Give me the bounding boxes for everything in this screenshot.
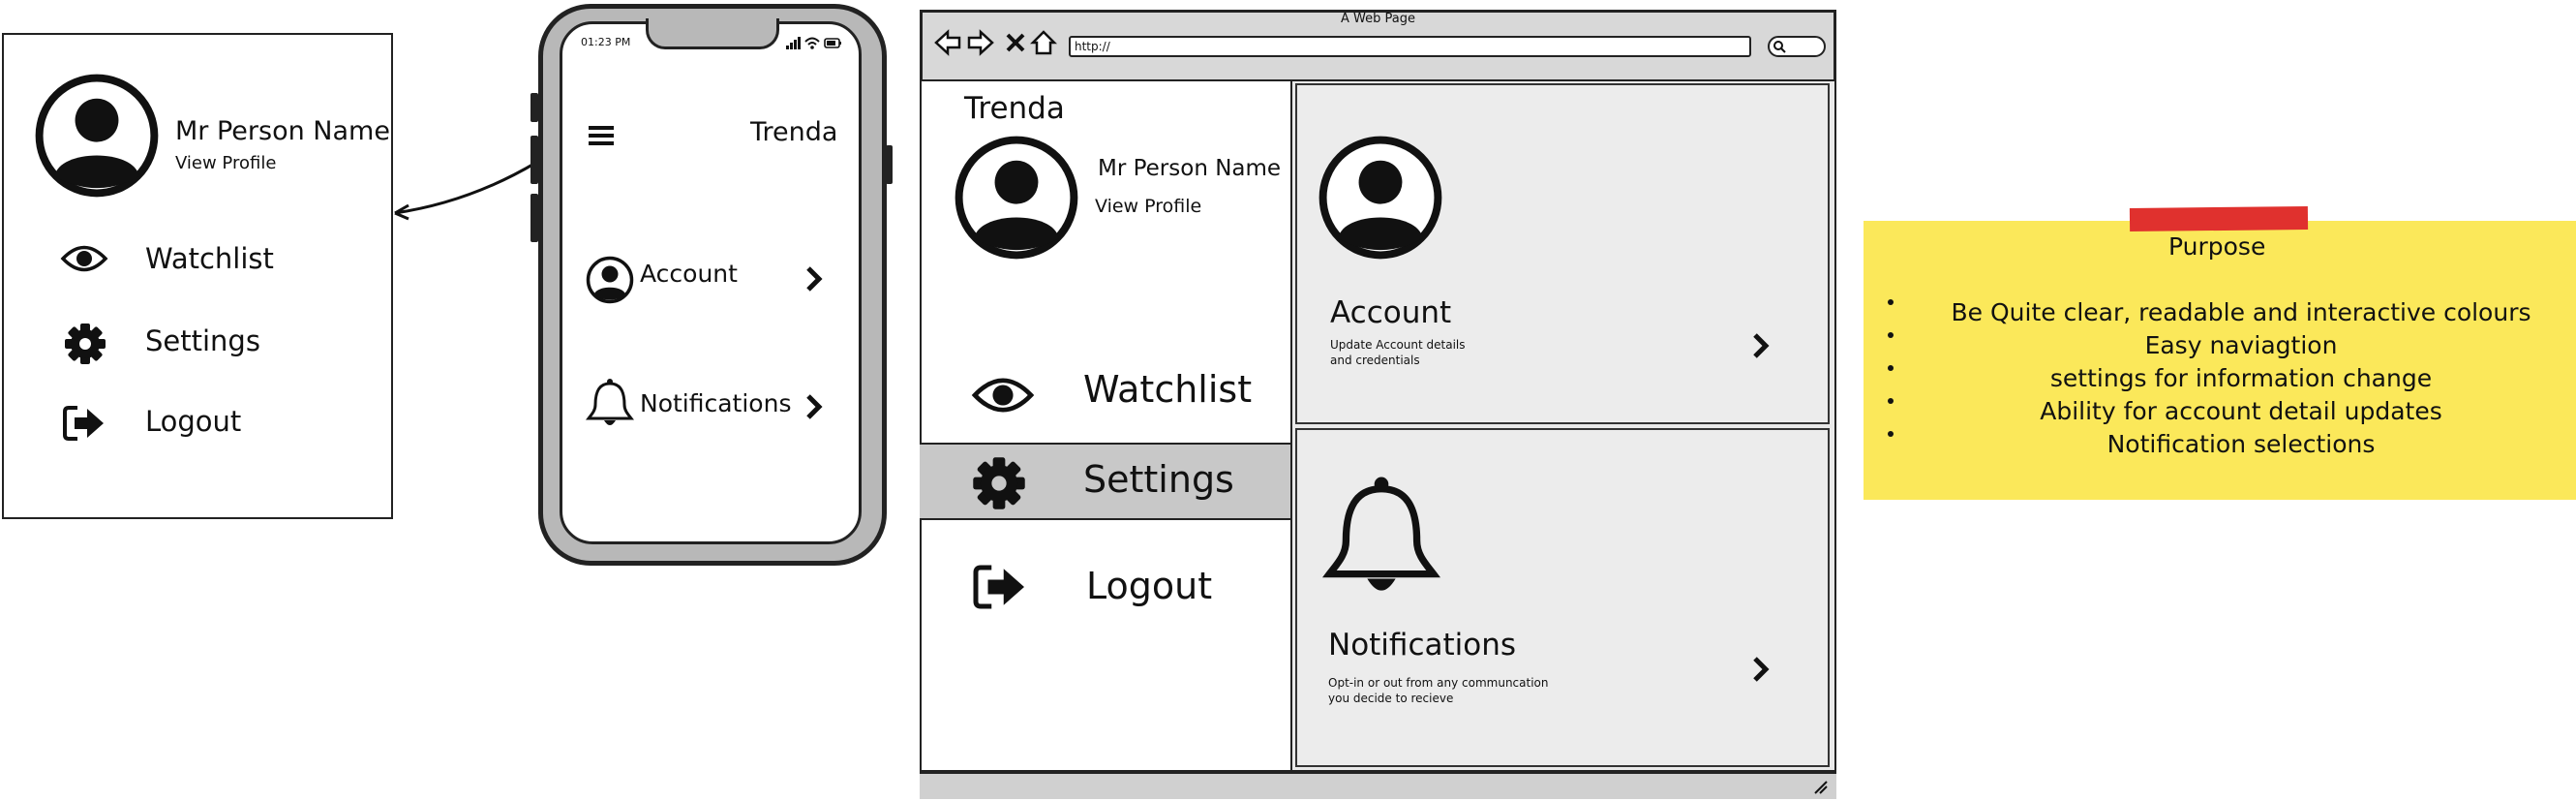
bullet-dot bbox=[1888, 365, 1894, 371]
browser-status-bar bbox=[920, 772, 1836, 799]
note-bullet: Notification selections bbox=[2106, 430, 2376, 458]
gear-icon bbox=[972, 456, 1026, 510]
phone-item-account[interactable]: Account bbox=[640, 260, 738, 288]
resize-grip-icon[interactable] bbox=[1811, 778, 1829, 795]
view-profile-link[interactable]: View Profile bbox=[1095, 196, 1201, 217]
account-card-desc-line: and credentials bbox=[1330, 354, 1420, 367]
status-icons bbox=[784, 35, 844, 50]
user-icon bbox=[1317, 134, 1444, 262]
phone-side-button bbox=[530, 194, 538, 242]
avatar-icon[interactable] bbox=[953, 134, 1080, 262]
note-bullet: Ability for account detail updates bbox=[2040, 397, 2442, 425]
avatar-icon[interactable] bbox=[33, 72, 161, 200]
bullet-dot bbox=[1888, 431, 1894, 437]
user-name: Mr Person Name bbox=[1098, 156, 1282, 181]
close-icon[interactable] bbox=[1005, 32, 1026, 53]
eye-icon bbox=[60, 242, 108, 275]
home-icon[interactable] bbox=[1030, 29, 1057, 56]
notifications-card-desc-line: you decide to recieve bbox=[1328, 692, 1454, 705]
phone-power-button bbox=[886, 145, 893, 184]
view-profile-link[interactable]: View Profile bbox=[175, 153, 276, 173]
notifications-card-desc-line: Opt-in or out from any communcation bbox=[1328, 676, 1549, 690]
notifications-card-title: Notifications bbox=[1328, 628, 1517, 662]
app-title: Trenda bbox=[750, 117, 838, 147]
eye-icon bbox=[971, 373, 1035, 417]
gear-icon bbox=[64, 323, 106, 365]
menu-item-logout[interactable]: Logout bbox=[145, 405, 241, 438]
bullet-dot bbox=[1888, 398, 1894, 404]
bullet-dot bbox=[1888, 299, 1894, 305]
phone-side-button bbox=[530, 136, 538, 184]
phone-item-notifications[interactable]: Notifications bbox=[640, 389, 791, 417]
nav-item-settings[interactable]: Settings bbox=[1083, 458, 1234, 501]
phone-side-button bbox=[530, 93, 538, 122]
hamburger-menu-icon[interactable] bbox=[587, 122, 616, 149]
status-time: 01:23 PM bbox=[581, 36, 631, 48]
bell-icon bbox=[1322, 475, 1440, 602]
url-input[interactable]: http:// bbox=[1069, 36, 1751, 57]
logout-icon bbox=[972, 563, 1028, 611]
notifications-card-description: Opt-in or out from any communcation you … bbox=[1328, 675, 1549, 706]
bell-icon bbox=[586, 378, 634, 430]
bullet-dot bbox=[1888, 332, 1894, 338]
brand-title: Trenda bbox=[964, 91, 1065, 126]
browser-window-title: A Web Page bbox=[1341, 12, 1415, 26]
note-bullet: Be Quite clear, readable and interactive… bbox=[1951, 298, 2531, 326]
account-card-title: Account bbox=[1330, 295, 1452, 330]
chevron-right-icon[interactable] bbox=[803, 264, 825, 293]
chevron-right-icon[interactable] bbox=[1750, 654, 1772, 685]
note-title: Purpose bbox=[2168, 232, 2266, 261]
back-arrow-icon[interactable] bbox=[933, 29, 962, 56]
account-card-desc-line: Update Account details bbox=[1330, 338, 1466, 352]
logout-icon bbox=[62, 404, 106, 443]
menu-item-watchlist[interactable]: Watchlist bbox=[145, 242, 274, 275]
note-bullet: Easy naviagtion bbox=[2144, 331, 2338, 359]
account-card-description: Update Account details and credentials bbox=[1330, 337, 1466, 368]
note-bullet: settings for information change bbox=[2049, 364, 2433, 392]
chevron-right-icon[interactable] bbox=[1750, 330, 1772, 361]
tape-strip bbox=[2129, 206, 2309, 231]
nav-item-watchlist[interactable]: Watchlist bbox=[1083, 368, 1252, 411]
user-name: Mr Person Name bbox=[175, 116, 390, 146]
phone-notch bbox=[646, 18, 779, 49]
forward-arrow-icon[interactable] bbox=[966, 29, 995, 56]
menu-item-settings[interactable]: Settings bbox=[145, 324, 260, 357]
nav-item-logout[interactable]: Logout bbox=[1086, 565, 1212, 607]
search-icon bbox=[1773, 40, 1786, 53]
user-icon bbox=[586, 256, 634, 304]
chevron-right-icon[interactable] bbox=[803, 392, 825, 421]
